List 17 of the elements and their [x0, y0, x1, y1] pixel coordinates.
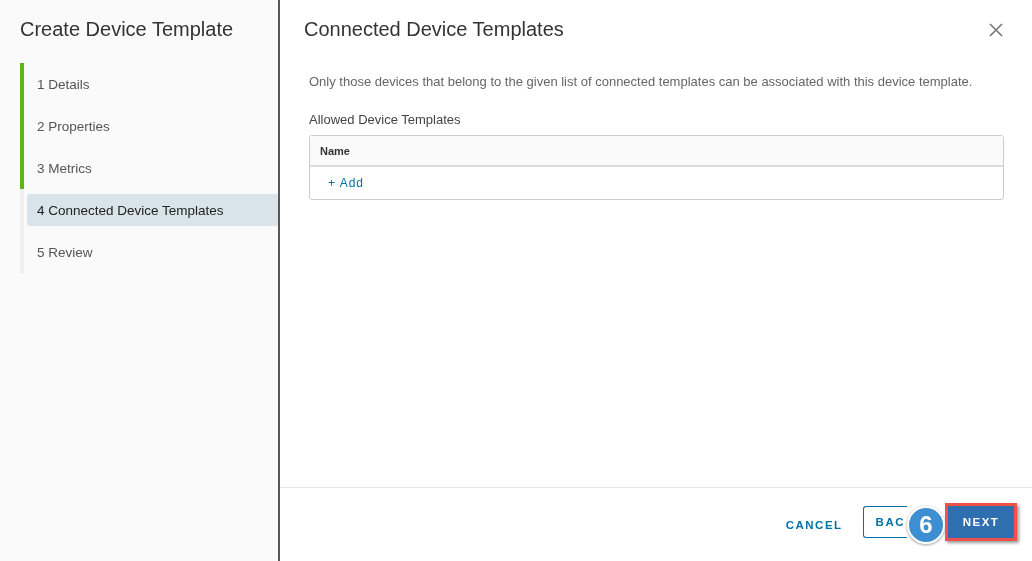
- dialog-title: Connected Device Templates: [304, 18, 564, 41]
- step-number-badge: 6: [907, 505, 945, 544]
- close-icon: [988, 21, 1004, 38]
- cancel-button[interactable]: CANCEL: [767, 508, 861, 541]
- wizard-title: Create Device Template: [20, 18, 235, 41]
- back-button[interactable]: BAC: [862, 505, 907, 538]
- wizard-step[interactable]: 3 Metrics: [27, 152, 278, 184]
- column-header: Name: [310, 136, 1003, 167]
- add-link[interactable]: + Add: [328, 176, 365, 190]
- description-text: Only those devices that belong to the given list of connected templates can be associated with this device template.: [309, 73, 974, 91]
- wizard-step[interactable]: 2 Properties: [27, 110, 278, 142]
- section-label: Allowed Device Templates: [309, 112, 462, 127]
- wizard-step[interactable]: 1 Details: [27, 68, 278, 100]
- wizard-step[interactable]: 4 Connected Device Templates: [27, 194, 278, 226]
- close-button[interactable]: [988, 21, 1004, 38]
- next-button[interactable]: NEXT: [945, 502, 1017, 541]
- wizard-step[interactable]: 5 Review: [27, 236, 278, 268]
